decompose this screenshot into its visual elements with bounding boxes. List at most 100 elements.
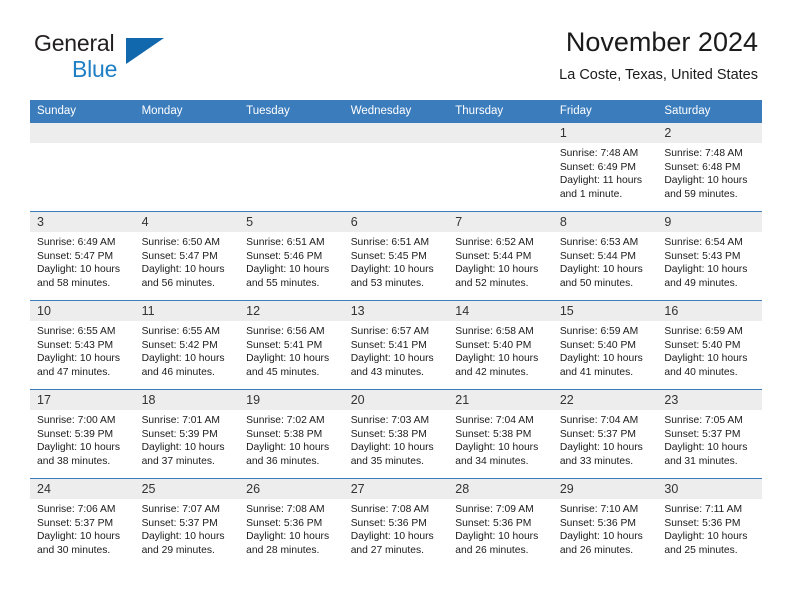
calendar-day-cell[interactable]: 21 Sunrise: 7:04 AM Sunset: 5:38 PM Dayligh… — [448, 389, 553, 479]
calendar-day-cell[interactable]: 13 Sunrise: 6:57 AM Sunset: 5:41 PM Dayligh… — [343, 300, 449, 390]
day-sun-info: Sunrise: 6:58 AM Sunset: 5:40 PM Daylight:… — [448, 321, 553, 379]
daylight-text-line1: Daylight: 10 hours — [455, 531, 539, 543]
calendar-day-cell[interactable]: 1 Sunrise: 7:48 AM Sunset: 6:49 PM Daylight… — [552, 122, 658, 212]
calendar-day-cell[interactable]: 26 Sunrise: 7:08 AM Sunset: 5:36 PM Dayligh… — [239, 478, 344, 568]
daylight-text-line2: and 25 minutes. — [664, 544, 738, 556]
daylight-text-line2: and 35 minutes. — [350, 455, 424, 467]
daylight-text-line1: Daylight: 10 hours — [37, 531, 120, 543]
calendar-day-cell[interactable]: 4 Sunrise: 6:50 AM Sunset: 5:47 PM Daylight… — [134, 211, 240, 301]
sunrise-text: Sunrise: 6:55 AM — [37, 326, 116, 337]
day-sun-info: Sunrise: 6:54 AM Sunset: 5:43 PM Daylight:… — [657, 232, 762, 290]
daylight-text-line2: and 40 minutes. — [664, 366, 738, 378]
triangle-logo-icon — [126, 38, 164, 64]
daylight-text-line2: and 50 minutes. — [559, 277, 634, 289]
calendar-container: Sunday Monday Tuesday Wednesday Thursday… — [0, 100, 792, 568]
sunset-text: Sunset: 5:42 PM — [141, 339, 218, 351]
calendar-day-cell[interactable]: 18 Sunrise: 7:01 AM Sunset: 5:39 PM Dayligh… — [134, 389, 240, 479]
calendar-day-cell[interactable]: 17 Sunrise: 7:00 AM Sunset: 5:39 PM Dayligh… — [30, 389, 135, 479]
calendar-day-cell[interactable]: 9 Sunrise: 6:54 AM Sunset: 5:43 PM Daylight… — [657, 211, 762, 301]
calendar-day-cell[interactable]: 2 Sunrise: 7:48 AM Sunset: 6:48 PM Daylight… — [657, 122, 762, 212]
day-number: 4 — [134, 212, 240, 232]
day-sun-info: Sunrise: 7:08 AM Sunset: 5:36 PM Daylight:… — [344, 499, 449, 557]
day-number — [134, 123, 240, 143]
sunset-text: Sunset: 5:43 PM — [664, 250, 741, 262]
day-number: 17 — [30, 390, 135, 410]
sunset-text: Sunset: 5:36 PM — [350, 517, 427, 529]
calendar-day-cell[interactable]: 15 Sunrise: 6:59 AM Sunset: 5:40 PM Dayligh… — [552, 300, 658, 390]
calendar-day-cell[interactable]: 23 Sunrise: 7:05 AM Sunset: 5:37 PM Dayligh… — [657, 389, 762, 479]
sunrise-text: Sunrise: 7:48 AM — [559, 148, 639, 159]
daylight-text-line2: and 38 minutes. — [37, 455, 111, 467]
calendar-day-cell[interactable]: 5 Sunrise: 6:51 AM Sunset: 5:46 PM Daylight… — [239, 211, 344, 301]
daylight-text-line2: and 45 minutes. — [246, 366, 320, 378]
day-number: 24 — [30, 479, 135, 499]
day-sun-info: Sunrise: 7:04 AM Sunset: 5:38 PM Daylight:… — [448, 410, 553, 468]
calendar-day-cell[interactable]: 6 Sunrise: 6:51 AM Sunset: 5:45 PM Daylight… — [343, 211, 449, 301]
calendar-day-cell[interactable]: 19 Sunrise: 7:02 AM Sunset: 5:38 PM Dayligh… — [239, 389, 344, 479]
sunset-text: Sunset: 5:41 PM — [350, 339, 427, 351]
calendar-day-cell[interactable]: 27 Sunrise: 7:08 AM Sunset: 5:36 PM Dayligh… — [343, 478, 449, 568]
daylight-text-line2: and 42 minutes. — [455, 366, 529, 378]
weekday-header-saturday: Saturday — [657, 100, 762, 123]
weekday-header-monday: Monday — [134, 100, 240, 123]
sunset-text: Sunset: 5:40 PM — [455, 339, 532, 351]
day-number: 23 — [657, 390, 762, 410]
calendar-week-row: 3 Sunrise: 6:49 AM Sunset: 5:47 PM Daylight… — [30, 211, 762, 301]
day-sun-info: Sunrise: 7:06 AM Sunset: 5:37 PM Daylight:… — [30, 499, 135, 557]
sunrise-text: Sunrise: 6:50 AM — [141, 237, 220, 248]
sunrise-text: Sunrise: 6:56 AM — [246, 326, 325, 337]
sunset-text: Sunset: 5:44 PM — [559, 250, 636, 262]
calendar-day-cell[interactable]: 20 Sunrise: 7:03 AM Sunset: 5:38 PM Dayligh… — [343, 389, 449, 479]
brand-logo[interactable]: General Blue — [34, 26, 184, 88]
sunrise-text: Sunrise: 7:48 AM — [664, 148, 743, 159]
day-sun-info: Sunrise: 7:08 AM Sunset: 5:36 PM Daylight:… — [239, 499, 344, 557]
sunset-text: Sunset: 5:43 PM — [37, 339, 114, 351]
sunrise-text: Sunrise: 7:11 AM — [664, 504, 743, 515]
day-sun-info: Sunrise: 7:48 AM Sunset: 6:49 PM Daylight:… — [553, 143, 658, 201]
day-number: 2 — [657, 123, 762, 143]
page-title: November 2024 — [565, 27, 758, 57]
day-number: 26 — [239, 479, 344, 499]
calendar-day-cell[interactable]: 7 Sunrise: 6:52 AM Sunset: 5:44 PM Daylight… — [448, 211, 553, 301]
day-sun-info: Sunrise: 6:56 AM Sunset: 5:41 PM Daylight:… — [239, 321, 344, 379]
day-sun-info: Sunrise: 6:55 AM Sunset: 5:42 PM Daylight:… — [135, 321, 240, 379]
calendar-day-cell[interactable]: 11 Sunrise: 6:55 AM Sunset: 5:42 PM Dayligh… — [134, 300, 240, 390]
sunrise-text: Sunrise: 6:54 AM — [664, 237, 743, 248]
sunset-text: Sunset: 5:36 PM — [559, 517, 636, 529]
sunset-text: Sunset: 5:39 PM — [37, 428, 114, 440]
calendar-day-cell[interactable]: 3 Sunrise: 6:49 AM Sunset: 5:47 PM Daylight… — [30, 211, 135, 301]
weekday-header-tuesday: Tuesday — [239, 100, 344, 123]
daylight-text-line1: Daylight: 10 hours — [37, 353, 120, 365]
calendar-day-cell[interactable]: 8 Sunrise: 6:53 AM Sunset: 5:44 PM Daylight… — [552, 211, 658, 301]
calendar-day-cell[interactable]: 16 Sunrise: 6:59 AM Sunset: 5:40 PM Dayligh… — [657, 300, 762, 390]
day-sun-info: Sunrise: 6:52 AM Sunset: 5:44 PM Daylight:… — [448, 232, 553, 290]
daylight-text-line1: Daylight: 10 hours — [37, 442, 120, 454]
calendar-day-cell[interactable]: 22 Sunrise: 7:04 AM Sunset: 5:37 PM Dayligh… — [552, 389, 658, 479]
calendar-day-cell[interactable]: 25 Sunrise: 7:07 AM Sunset: 5:37 PM Dayligh… — [134, 478, 240, 568]
day-number — [343, 123, 449, 143]
sunrise-text: Sunrise: 6:49 AM — [37, 237, 116, 248]
day-number — [30, 123, 135, 143]
calendar-day-cell[interactable]: 30 Sunrise: 7:11 AM Sunset: 5:36 PM Dayligh… — [657, 478, 762, 568]
day-number: 1 — [552, 123, 658, 143]
daylight-text-line2: and 53 minutes. — [350, 277, 424, 289]
sunset-text: Sunset: 6:49 PM — [559, 161, 636, 173]
sunset-text: Sunset: 5:47 PM — [141, 250, 218, 262]
calendar-day-cell[interactable]: 29 Sunrise: 7:10 AM Sunset: 5:36 PM Dayligh… — [552, 478, 658, 568]
calendar-day-cell[interactable]: 12 Sunrise: 6:56 AM Sunset: 5:41 PM Dayligh… — [239, 300, 344, 390]
sunrise-text: Sunrise: 6:52 AM — [455, 237, 534, 248]
sunrise-text: Sunrise: 7:07 AM — [141, 504, 220, 515]
sunset-text: Sunset: 5:38 PM — [350, 428, 427, 440]
calendar-day-cell[interactable]: 14 Sunrise: 6:58 AM Sunset: 5:40 PM Dayligh… — [448, 300, 553, 390]
brand-name-general: General — [34, 30, 115, 56]
calendar-day-cell[interactable]: 28 Sunrise: 7:09 AM Sunset: 5:36 PM Dayligh… — [448, 478, 553, 568]
calendar-day-cell[interactable]: 10 Sunrise: 6:55 AM Sunset: 5:43 PM Dayligh… — [30, 300, 135, 390]
day-number: 8 — [552, 212, 658, 232]
daylight-text-line1: Daylight: 11 hours — [559, 175, 643, 187]
sunrise-text: Sunrise: 6:57 AM — [350, 326, 430, 337]
calendar-day-cell[interactable]: 24 Sunrise: 7:06 AM Sunset: 5:37 PM Dayligh… — [30, 478, 135, 568]
daylight-text-line2: and 59 minutes. — [664, 188, 738, 200]
day-sun-info: Sunrise: 6:49 AM Sunset: 5:47 PM Daylight:… — [30, 232, 135, 290]
day-sun-info: Sunrise: 7:05 AM Sunset: 5:37 PM Daylight:… — [657, 410, 762, 468]
daylight-text-line1: Daylight: 10 hours — [455, 264, 539, 276]
